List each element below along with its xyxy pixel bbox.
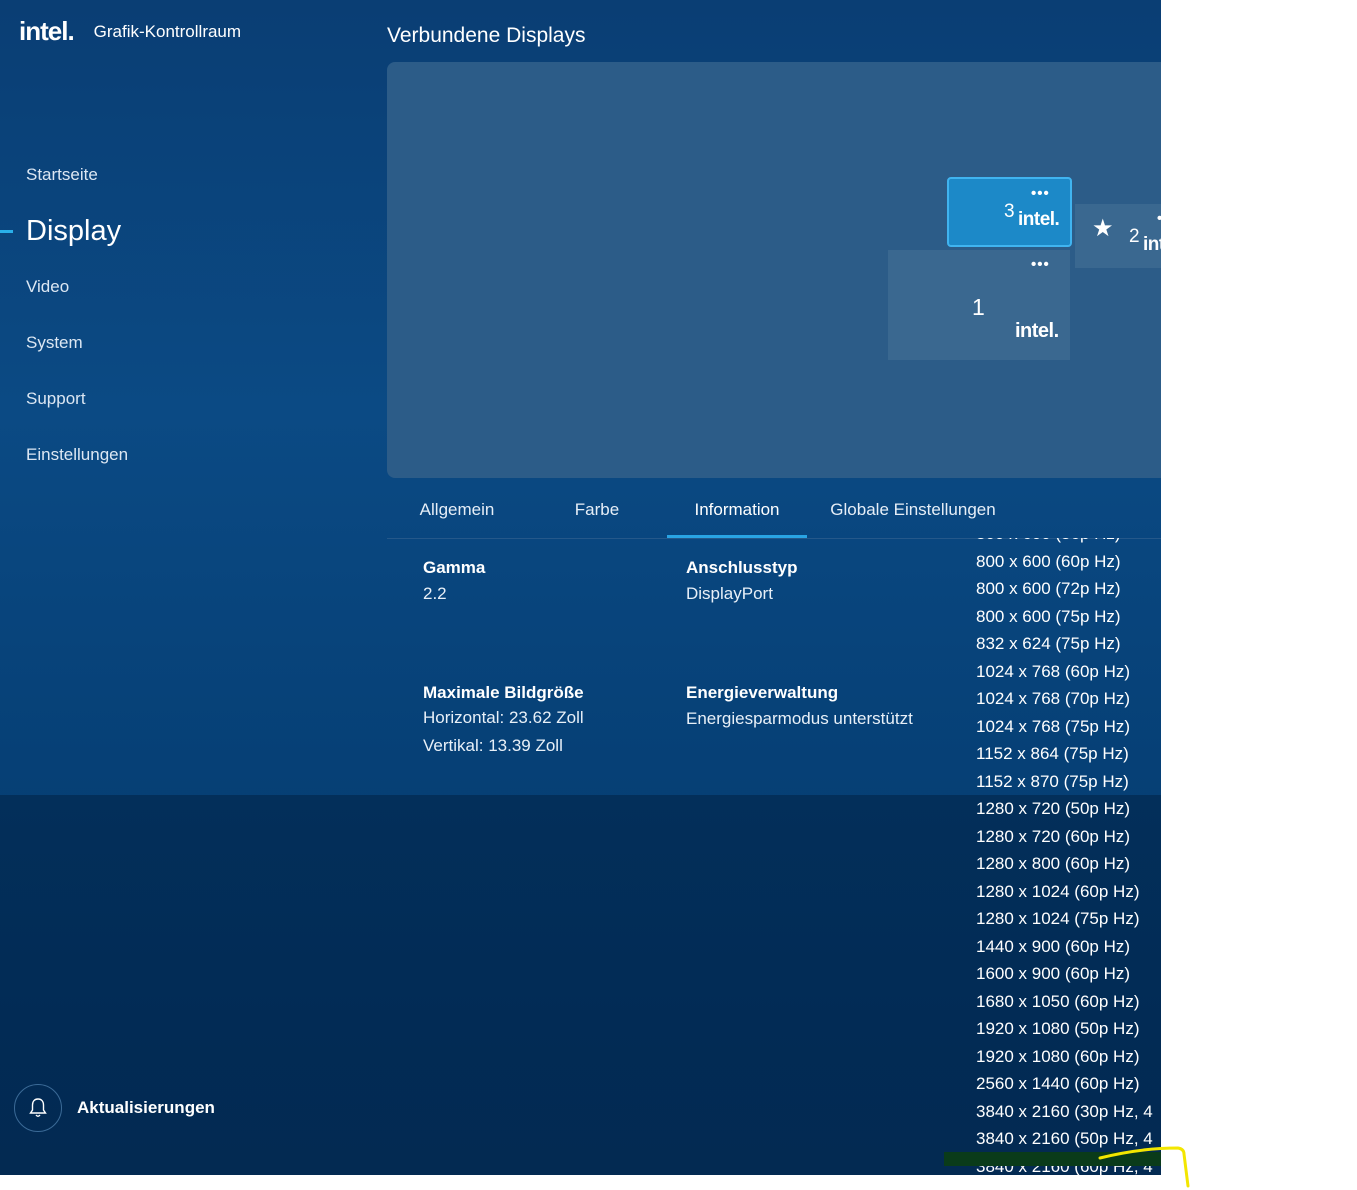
monitor-2-menu-icon[interactable]: •: [1157, 211, 1161, 226]
monitor-2-tile[interactable]: ★ • 2 intel.: [1075, 204, 1161, 268]
monitor-2-number: 2: [1129, 226, 1140, 247]
primary-star-icon: ★: [1092, 215, 1114, 242]
monitor-3-menu-icon[interactable]: •••: [1031, 186, 1050, 201]
monitor-2-intel-logo: intel.: [1143, 234, 1161, 255]
max-image-size-horizontal: Horizontal: 23.62 Zoll: [423, 708, 584, 727]
tab-globale-einstellungen[interactable]: Globale Einstellungen: [807, 490, 1019, 538]
max-image-size-label: Maximale Bildgröße: [423, 683, 584, 702]
mode-list-item: 3840 x 2160 (30p Hz, 4: [976, 1101, 1153, 1121]
mode-list-item: 1152 x 870 (75p Hz): [976, 771, 1129, 791]
tab-farbe[interactable]: Farbe: [527, 490, 667, 538]
app-title: Grafik-Kontrollraum: [93, 21, 242, 41]
annotation-mark: [1098, 1146, 1190, 1188]
mode-list-item: 1024 x 768 (75p Hz): [976, 716, 1131, 736]
mode-list-item: 1024 x 768 (70p Hz): [976, 689, 1131, 708]
mode-list-item: 2560 x 1440 (60p Hz): [976, 1074, 1140, 1093]
updates-button[interactable]: Aktualisierungen: [14, 1084, 215, 1132]
monitor-1-number: 1: [972, 294, 985, 320]
mode-list-item: 1024 x 768 (60p Hz): [976, 661, 1131, 681]
mode-list-item: 800 x 600 (72p Hz): [976, 579, 1121, 598]
sidebar-item-einstellungen[interactable]: Einstellungen: [0, 440, 360, 496]
display-tabs: Allgemein Farbe Information Globale Eins…: [387, 490, 1161, 539]
sidebar-item-system[interactable]: System: [0, 328, 360, 384]
monitor-1-menu-icon[interactable]: •••: [1031, 257, 1050, 272]
mode-list-item: 800 x 600 (75p Hz): [976, 606, 1121, 626]
bell-icon: [14, 1084, 62, 1132]
power-management-label: Energieverwaltung: [686, 683, 839, 702]
gamma-value: 2.2: [423, 584, 447, 603]
header: intel. Grafik-Kontrollraum: [19, 16, 241, 47]
page-title: Verbundene Displays: [387, 24, 586, 47]
intel-logo: intel.: [19, 16, 75, 46]
updates-label: Aktualisierungen: [77, 1098, 215, 1117]
monitor-3-number: 3: [1004, 201, 1015, 222]
monitor-3-intel-logo: intel.: [1018, 209, 1060, 230]
monitor-1-intel-logo: intel.: [1015, 320, 1059, 342]
display-arrangement-canvas: ••• 3 intel. ★ • 2 intel. ••• 1 intel.: [387, 62, 1161, 478]
mode-list-item: 1680 x 1050 (60p Hz): [976, 991, 1140, 1011]
mode-list-item: 1600 x 900 (60p Hz): [976, 964, 1131, 983]
mode-list-item: 1152 x 864 (75p Hz): [976, 744, 1129, 763]
gamma-label: Gamma: [423, 558, 486, 577]
mode-list-item: 800 x 600 (56p Hz): [976, 538, 1153, 548]
mode-list-item: 1280 x 800 (60p Hz): [976, 854, 1131, 873]
modes-container: 800 x 600 (56p Hz) 800 x 600 (60p Hz) 800 …: [976, 538, 1153, 1175]
supported-modes-list: 800 x 600 (56p Hz) 800 x 600 (60p Hz) 800 …: [944, 538, 1161, 1175]
monitor-3-tile[interactable]: ••• 3 intel.: [947, 177, 1072, 247]
mode-list-item: 1280 x 1024 (75p Hz): [976, 909, 1140, 928]
tab-allgemein[interactable]: Allgemein: [387, 490, 527, 538]
sidebar-item-display[interactable]: Display: [0, 216, 360, 272]
power-management-value: Energiesparmodus unterstützt: [686, 709, 913, 728]
tab-information[interactable]: Information: [667, 490, 807, 538]
connection-type-value: DisplayPort: [686, 584, 773, 603]
max-image-size-vertical: Vertikal: 13.39 Zoll: [423, 736, 563, 755]
connection-type-label: Anschlusstyp: [686, 558, 798, 577]
sidebar-item-startseite[interactable]: Startseite: [0, 160, 360, 216]
sidebar-item-video[interactable]: Video: [0, 272, 360, 328]
mode-list-item: 832 x 624 (75p Hz): [976, 634, 1121, 653]
sidebar-item-support[interactable]: Support: [0, 384, 360, 440]
sidebar-nav: Startseite Display Video System Support …: [0, 160, 360, 496]
mode-list-item: 1280 x 720 (60p Hz): [976, 826, 1131, 846]
mode-list-item: 1280 x 1024 (60p Hz): [976, 881, 1140, 901]
mode-list-item: 800 x 600 (60p Hz): [976, 551, 1121, 571]
monitor-1-tile[interactable]: ••• 1 intel.: [888, 250, 1070, 360]
mode-list-item: 1920 x 1080 (60p Hz): [976, 1046, 1140, 1066]
mode-list-item: 1440 x 900 (60p Hz): [976, 936, 1131, 956]
mode-list-item: 1280 x 720 (50p Hz): [976, 799, 1131, 818]
mode-list-item: 1920 x 1080 (50p Hz): [976, 1019, 1140, 1038]
